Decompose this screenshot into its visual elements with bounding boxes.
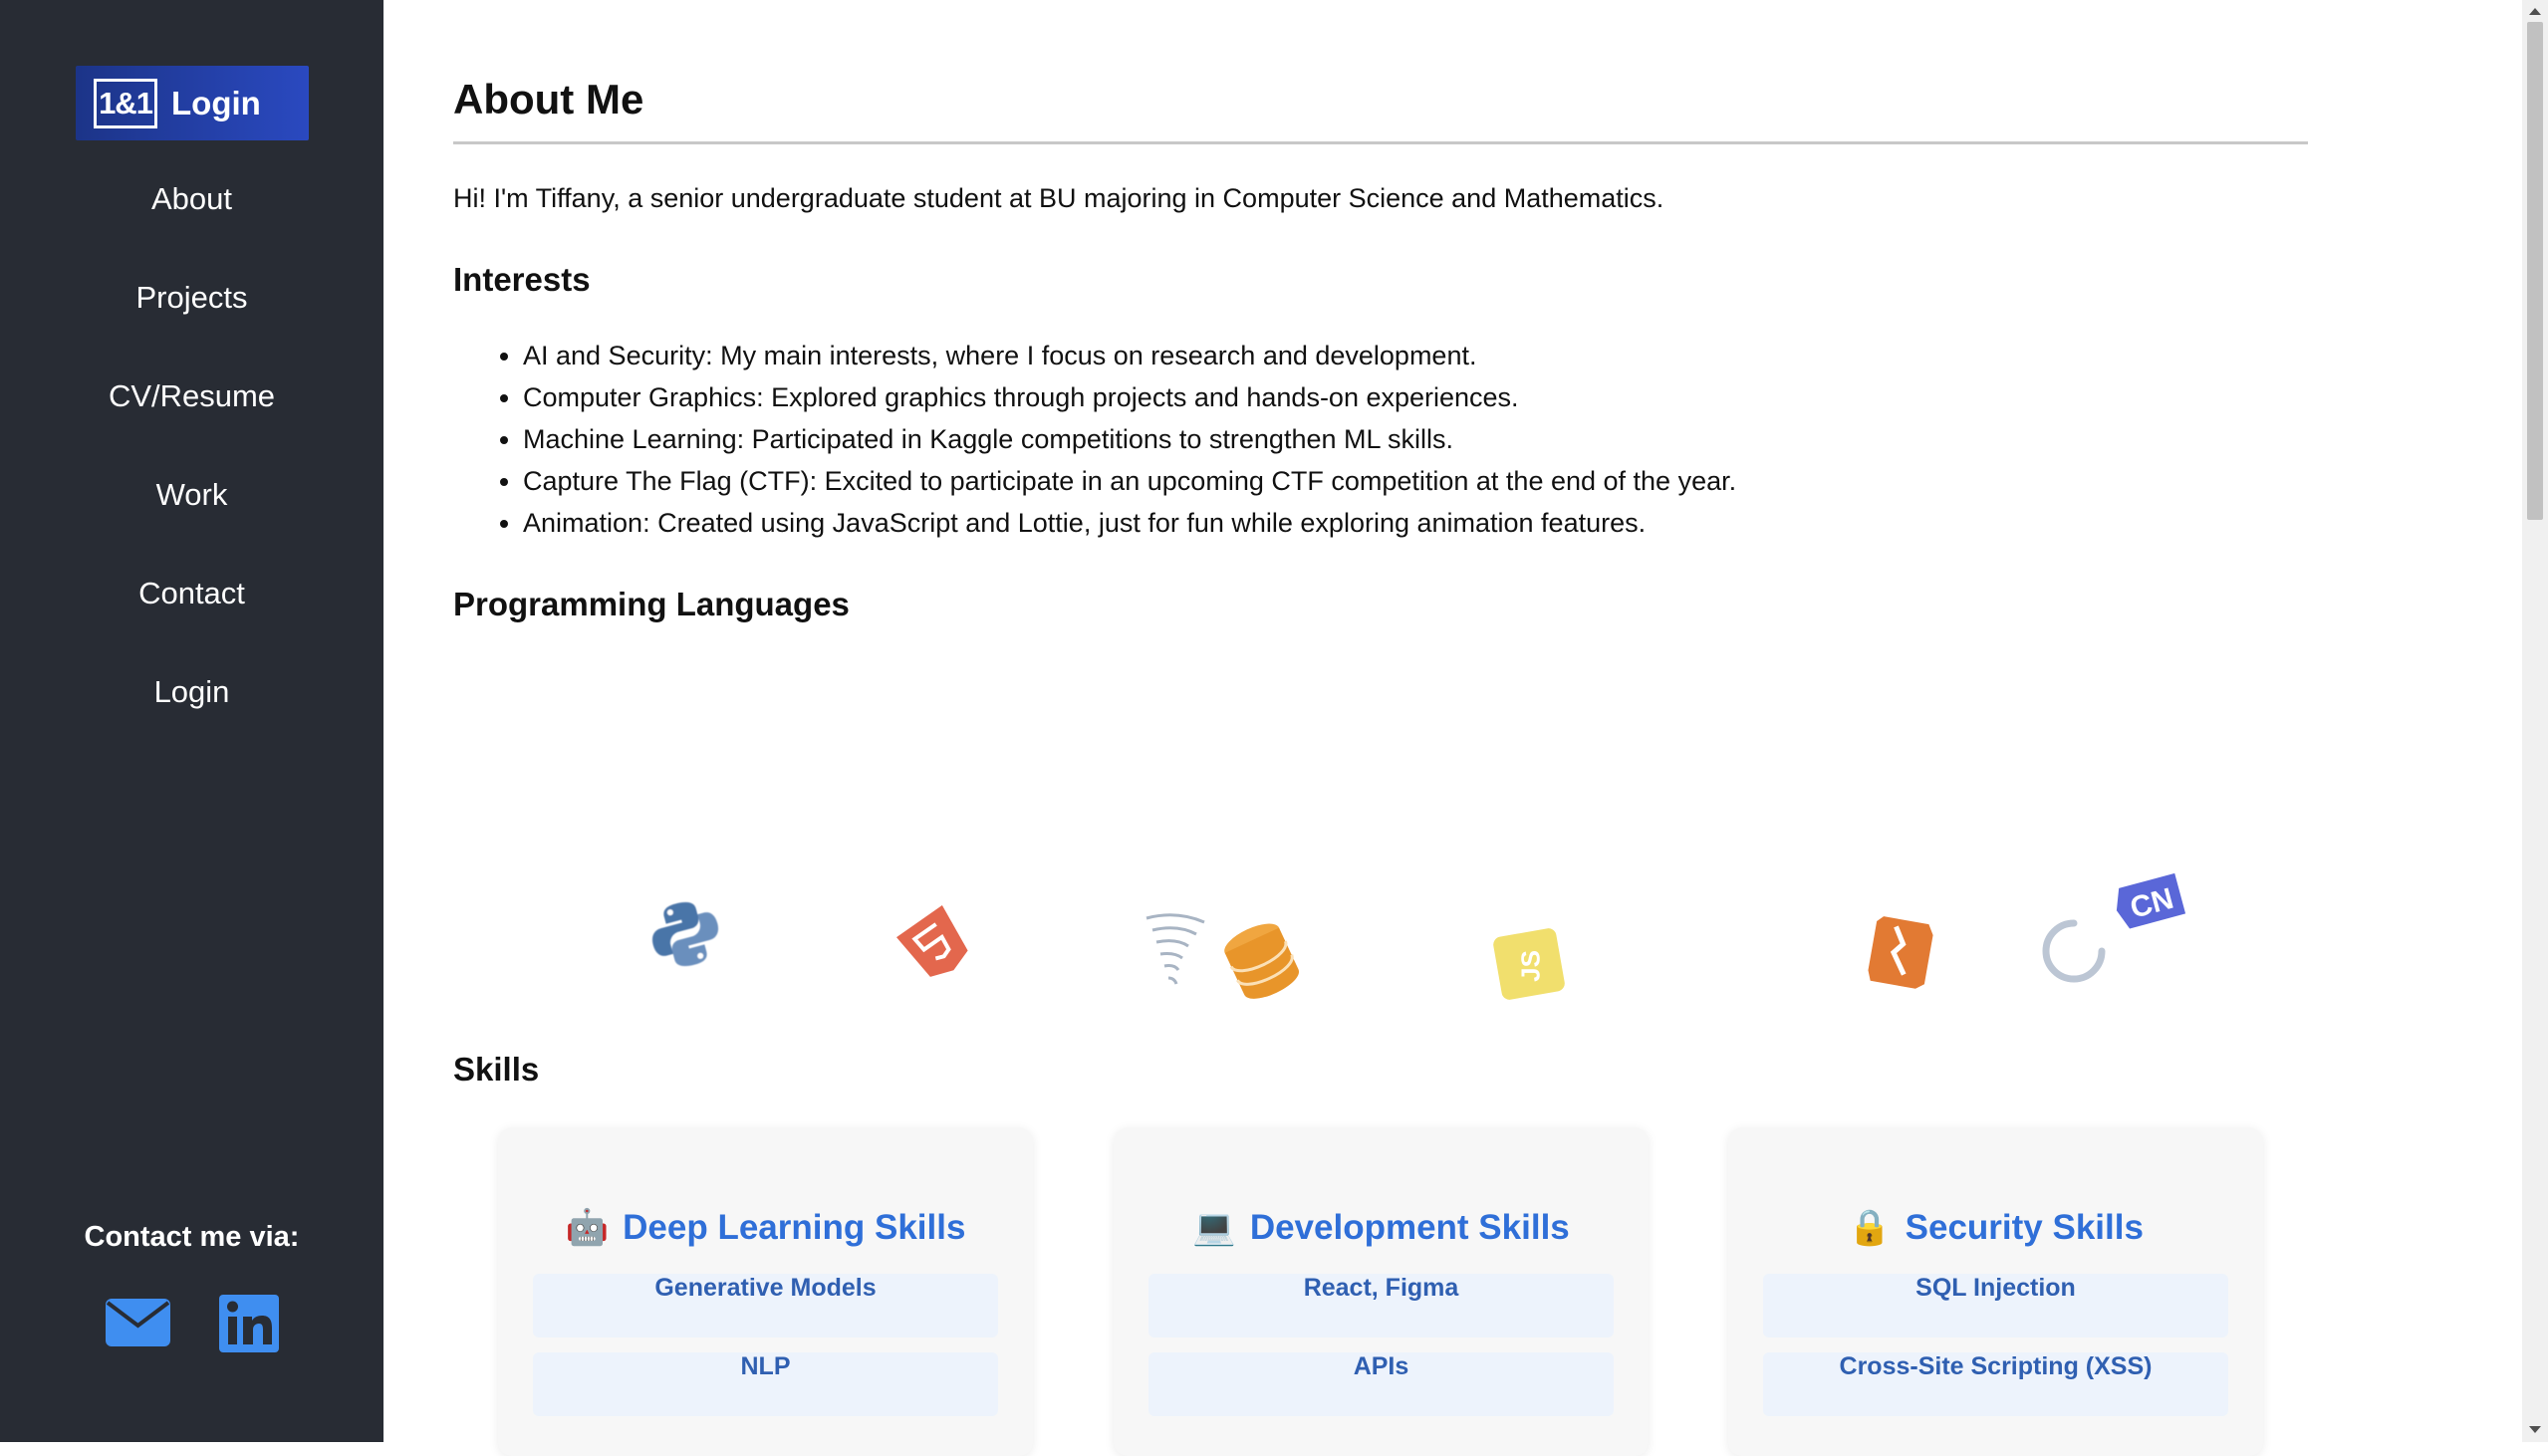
list-item: Capture The Flag (CTF): Excited to parti…	[523, 460, 1736, 502]
vertical-scrollbar[interactable]	[2522, 0, 2548, 1442]
nav-cv-resume[interactable]: CV/Resume	[0, 378, 383, 414]
list-item: Animation: Created using JavaScript and …	[523, 502, 1736, 544]
nav-work[interactable]: Work	[0, 477, 383, 513]
list-item: Machine Learning: Participated in Kaggle…	[523, 418, 1736, 460]
skill-card-title: 🤖 Deep Learning Skills	[498, 1207, 1033, 1248]
tornado-icon	[1146, 913, 1205, 985]
contact-title: Contact me via:	[84, 1221, 300, 1253]
scroll-up-arrow-icon[interactable]	[2529, 8, 2541, 15]
nav-projects[interactable]: Projects	[0, 280, 383, 316]
skill-card-security: 🔒 Security Skills SQL Injection Cross-Sit…	[1728, 1127, 2263, 1456]
skill-card-title: 💻 Development Skills	[1114, 1207, 1649, 1248]
intro-text: Hi! I'm Tiffany, a senior undergraduate …	[453, 183, 1664, 213]
linkedin-icon[interactable]	[219, 1295, 279, 1352]
skill-chip: APIs	[1148, 1352, 1614, 1416]
page-title: About Me	[453, 76, 644, 122]
scrollbar-thumb[interactable]	[2527, 22, 2543, 520]
skill-chip: SQL Injection	[1763, 1274, 2228, 1337]
database-icon	[1224, 923, 1300, 999]
python-icon	[651, 901, 719, 967]
skill-card-deep-learning: 🤖 Deep Learning Skills Generative Models …	[498, 1127, 1033, 1456]
list-item: Computer Graphics: Explored graphics thr…	[523, 376, 1736, 418]
interests-list: AI and Security: My main interests, wher…	[483, 335, 1736, 544]
skill-title-text: Development Skills	[1249, 1208, 1570, 1247]
loading-icon	[2042, 919, 2106, 983]
skill-chip: Generative Models	[533, 1274, 998, 1337]
list-item: AI and Security: My main interests, wher…	[523, 335, 1736, 376]
sidebar: 1&1 Login About Projects CV/Resume Work …	[0, 0, 383, 1442]
scroll-down-arrow-icon[interactable]	[2529, 1426, 2541, 1433]
mail-icon[interactable]	[106, 1299, 170, 1346]
nav-login[interactable]: Login	[0, 674, 383, 710]
title-divider	[453, 141, 2308, 144]
logo-mark: 1&1	[94, 78, 157, 128]
javascript-icon: JS	[1493, 928, 1565, 1000]
c-lang-icon: CN	[2116, 872, 2186, 929]
laptop-icon: 💻	[1192, 1208, 1236, 1247]
skill-card-title: 🔒 Security Skills	[1728, 1207, 2263, 1248]
skill-title-text: Security Skills	[1905, 1208, 2144, 1247]
languages-heading: Programming Languages	[453, 586, 850, 622]
html5-icon	[896, 905, 968, 977]
skill-chip: React, Figma	[1148, 1274, 1614, 1337]
interests-heading: Interests	[453, 261, 591, 298]
skills-heading: Skills	[453, 1051, 540, 1088]
skill-title-text: Deep Learning Skills	[623, 1208, 966, 1247]
skill-chip: NLP	[533, 1352, 998, 1416]
svg-text:JS: JS	[1515, 950, 1545, 982]
robot-icon: 🤖	[565, 1208, 610, 1247]
logo-text: Login	[171, 84, 261, 121]
nav-about[interactable]: About	[0, 181, 383, 217]
lock-icon: 🔒	[1848, 1208, 1892, 1247]
skill-card-development: 💻 Development Skills React, Figma APIs	[1114, 1127, 1649, 1456]
svelte-icon	[1868, 916, 1933, 989]
nav-contact[interactable]: Contact	[0, 576, 383, 611]
login-logo-button[interactable]: 1&1 Login	[76, 66, 309, 140]
skill-chip: Cross-Site Scripting (XSS)	[1763, 1352, 2228, 1416]
